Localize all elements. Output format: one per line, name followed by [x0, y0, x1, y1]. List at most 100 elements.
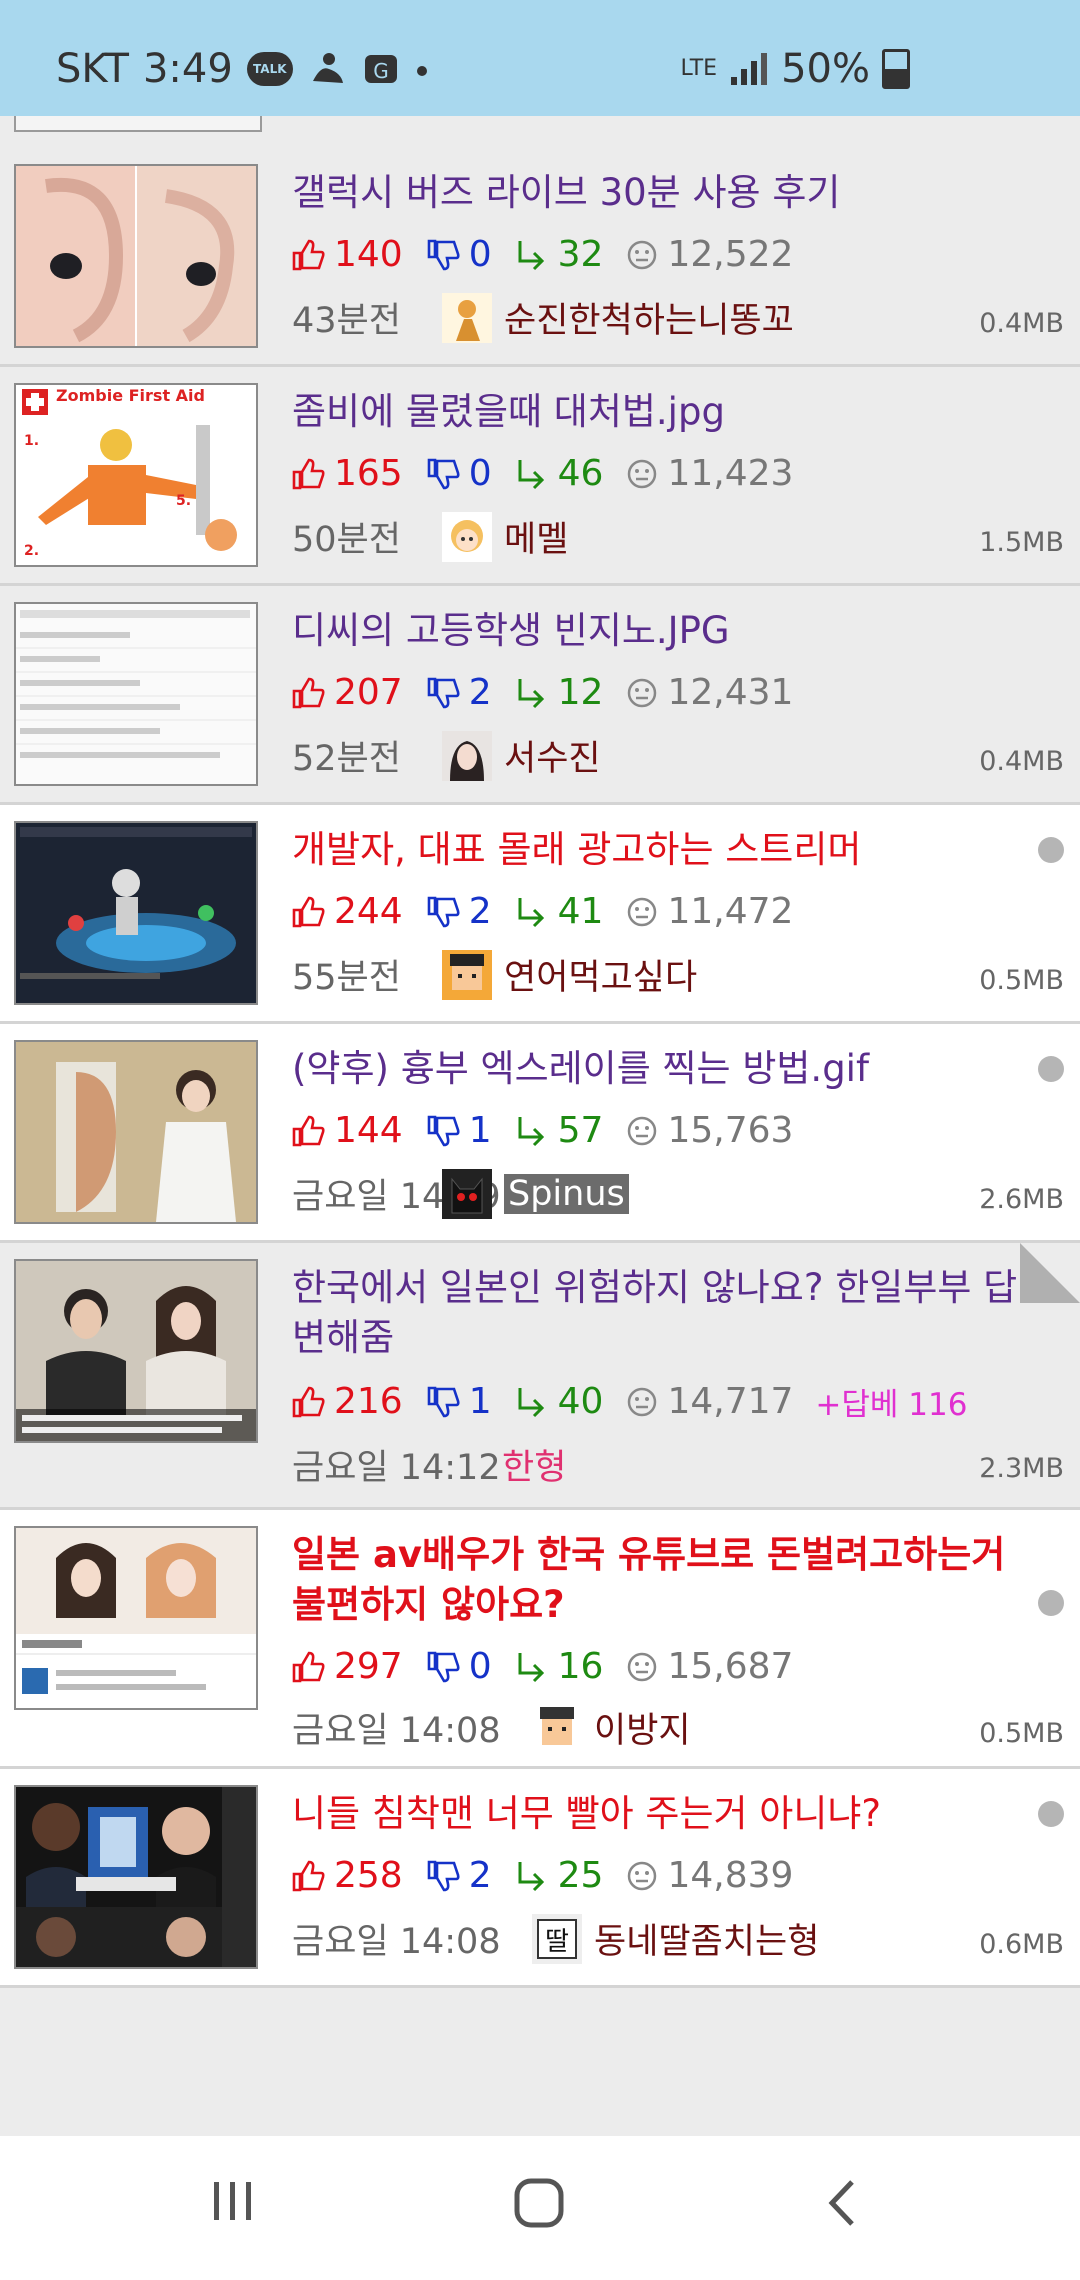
post-thumbnail[interactable]: Zombie First Aid 1. 2. 5. — [14, 383, 258, 567]
view-count-icon — [628, 1652, 657, 1681]
post-meta: 50분전 메멜 — [292, 511, 568, 562]
post-thumbnail[interactable] — [14, 1526, 258, 1710]
post-stats: 258 2 25 14,839 — [290, 1855, 815, 1896]
upvote-stat: 207 — [290, 672, 403, 713]
reply-stat: 25 — [514, 1855, 604, 1896]
post-title[interactable]: 갤럭시 버즈 라이브 30분 사용 후기 — [292, 168, 1050, 218]
downvote-count: 2 — [468, 672, 492, 713]
author-avatar: 딸 — [532, 1913, 582, 1964]
reply-count: 25 — [557, 1855, 604, 1896]
post-time: 금요일 14:19 — [292, 1177, 501, 1217]
thumbs-up-icon — [292, 1386, 325, 1417]
post-title[interactable]: 한국에서 일본인 위험하지 않나요? 한일부부 답변해줌 — [292, 1263, 1050, 1363]
post-item[interactable]: 디씨의 고등학생 빈지노.JPG 207 2 12 12,431 52분전 서수… — [0, 586, 1080, 805]
post-author[interactable]: 서수진 — [504, 730, 601, 781]
reply-stat: 46 — [514, 453, 603, 494]
post-author[interactable]: 동네딸좀치는형 — [594, 1913, 819, 1964]
upvote-count: 165 — [334, 453, 403, 494]
post-time: 금요일 14:12 — [292, 1448, 501, 1488]
network-type: LTE — [680, 56, 718, 81]
post-title[interactable]: 니들 침착맨 너무 빨아 주는거 아니냐? — [292, 1789, 1050, 1839]
thumbs-down-icon — [427, 1115, 460, 1146]
view-count-icon — [628, 1861, 657, 1890]
post-meta: 52분전 서수진 — [292, 730, 601, 781]
reply-arrow-icon — [518, 897, 544, 927]
reply-count: 40 — [557, 1381, 604, 1422]
signal-icon — [731, 53, 768, 85]
post-author[interactable]: 이방지 — [594, 1702, 691, 1753]
previous-post-remnant — [0, 116, 1080, 150]
back-icon[interactable] — [818, 2176, 868, 2230]
post-title[interactable]: 디씨의 고등학생 빈지노.JPG — [292, 606, 1050, 656]
view-count: 12,522 — [667, 234, 794, 275]
post-title[interactable]: 개발자, 대표 몰래 광고하는 스트리머 — [292, 825, 1050, 875]
previous-post-thumbnail — [14, 116, 262, 132]
clock: 3:49 — [142, 46, 233, 92]
post-list: 갤럭시 버즈 라이브 30분 사용 후기 140 0 32 12,522 43분… — [0, 148, 1080, 1988]
view-stat: 14,839 — [625, 1855, 793, 1896]
upvote-stat: 297 — [290, 1646, 403, 1687]
post-author[interactable]: 순진한척하는니똥꼬 — [504, 292, 794, 343]
post-meta: 금요일 14:08 딸 동네딸좀치는형 — [292, 1913, 819, 1964]
post-item[interactable]: (약후) 흉부 엑스레이를 찍는 방법.gif 144 1 57 15,763 … — [0, 1024, 1080, 1243]
svg-text:딸: 딸 — [545, 1927, 569, 1957]
battery-percent: 50% — [781, 46, 870, 92]
post-title[interactable]: 좀비에 물렸을때 대처법.jpg — [292, 387, 1050, 437]
post-time: 금요일 14:08 — [292, 1711, 501, 1751]
post-thumbnail[interactable] — [14, 1785, 258, 1969]
reply-arrow-icon — [518, 678, 544, 708]
post-thumbnail[interactable] — [14, 1259, 258, 1443]
post-title[interactable]: 일본 av배우가 한국 유튜브로 돈벌려고하는거 불편하지 않아요? — [292, 1530, 1050, 1630]
post-thumbnail[interactable] — [14, 602, 258, 786]
post-time: 52분전 — [292, 739, 401, 779]
status-bar: SKT 3:49 TALK G LTE 50% — [0, 0, 1080, 116]
post-item[interactable]: 한국에서 일본인 위험하지 않나요? 한일부부 답변해줌 216 1 40 14… — [0, 1243, 1080, 1510]
thumbs-up-icon — [292, 1860, 325, 1891]
view-stat: 12,431 — [625, 672, 793, 713]
upvote-count: 258 — [334, 1855, 403, 1896]
post-stats: 140 0 32 12,522 — [290, 234, 815, 275]
post-item[interactable]: 니들 침착맨 너무 빨아 주는거 아니냐? 258 2 25 14,839 금요… — [0, 1769, 1080, 1988]
downvote-count: 1 — [468, 1110, 492, 1151]
view-stat: 15,687 — [625, 1646, 793, 1687]
recent-apps-icon[interactable] — [208, 2176, 258, 2226]
post-meta: 금요일 14:12 한형 — [292, 1439, 566, 1490]
downvote-count: 0 — [468, 234, 492, 275]
post-thumbnail[interactable] — [14, 821, 258, 1005]
post-author[interactable]: 연어먹고싶다 — [504, 949, 697, 1000]
downvote-count: 1 — [468, 1381, 492, 1422]
post-thumbnail[interactable] — [14, 164, 258, 348]
post-author[interactable]: Spinus — [504, 1173, 629, 1214]
attachment-size: 2.6MB — [979, 1184, 1064, 1215]
post-item[interactable]: 일본 av배우가 한국 유튜브로 돈벌려고하는거 불편하지 않아요? 297 0… — [0, 1510, 1080, 1769]
post-item[interactable]: Zombie First Aid 1. 2. 5. 좀비에 물렸을때 대처법.j… — [0, 367, 1080, 586]
page-fold-icon — [1020, 1243, 1080, 1303]
downvote-stat: 2 — [425, 1855, 492, 1896]
downvote-count: 2 — [468, 891, 492, 932]
post-time: 43분전 — [292, 301, 401, 341]
post-item[interactable]: 갤럭시 버즈 라이브 30분 사용 후기 140 0 32 12,522 43분… — [0, 148, 1080, 367]
downvote-count: 0 — [468, 1646, 492, 1687]
attachment-size: 1.5MB — [979, 527, 1064, 558]
thumbs-down-icon — [427, 677, 460, 708]
view-stat: 14,717 — [625, 1381, 793, 1422]
post-author[interactable]: 메멜 — [504, 511, 568, 562]
reply-arrow-icon — [518, 1116, 544, 1146]
downvote-stat: 0 — [425, 453, 492, 494]
downvote-stat: 1 — [425, 1381, 492, 1422]
downvote-count: 2 — [468, 1855, 492, 1896]
attachment-size: 0.6MB — [979, 1929, 1064, 1960]
reply-stat: 12 — [514, 672, 603, 713]
svg-text:5.: 5. — [176, 493, 191, 509]
thumbs-down-icon — [427, 458, 460, 489]
attachment-size: 0.5MB — [979, 1718, 1064, 1749]
post-title[interactable]: (약후) 흉부 엑스레이를 찍는 방법.gif — [292, 1044, 1050, 1094]
post-thumbnail[interactable] — [14, 1040, 258, 1224]
post-item[interactable]: 개발자, 대표 몰래 광고하는 스트리머 244 2 41 11,472 55분… — [0, 805, 1080, 1024]
attachment-size: 0.5MB — [979, 965, 1064, 996]
home-icon[interactable] — [512, 2176, 566, 2230]
carrier-label: SKT — [56, 46, 129, 92]
post-author[interactable]: 한형 — [502, 1439, 566, 1490]
upvote-stat: 165 — [290, 453, 403, 494]
view-count: 15,763 — [667, 1110, 794, 1151]
